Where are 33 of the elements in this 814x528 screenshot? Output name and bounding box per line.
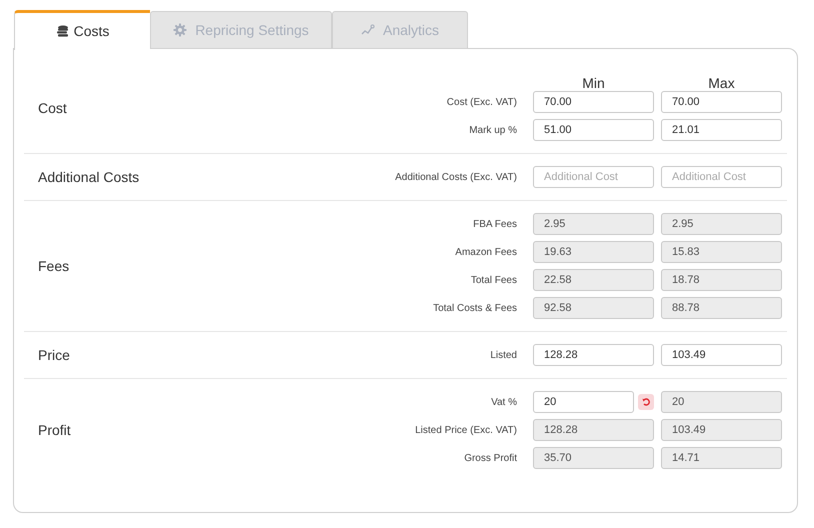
gear-icon [173,23,188,37]
input-field[interactable]: 20 [533,391,634,413]
input-field[interactable]: Additional Cost [533,166,654,188]
input-field[interactable]: 51.00 [533,119,654,141]
field-label: Amazon Fees [454,246,517,260]
field-label: Listed Price (Exc. VAT) [414,424,517,438]
input-field[interactable]: 70.00 [661,91,782,113]
field-label: Listed [489,348,517,362]
coins-icon [56,25,69,38]
field-label: Cost (Exc. VAT) [446,96,517,110]
input-field[interactable]: 103.49 [661,344,782,366]
column-header: Max [707,75,736,91]
section-title: Price [37,346,71,364]
input-field[interactable]: Additional Cost [661,166,782,188]
section-title: Fees [37,256,70,276]
section-title: Cost [37,98,68,118]
input-field[interactable]: 70.00 [533,91,654,113]
section-title: Profit [37,420,72,440]
input-field[interactable]: 21.01 [661,119,782,141]
line-chart-icon [360,24,375,36]
field-label: Gross Profit [463,452,517,466]
field-label: Total Fees [470,274,517,288]
field-label: Additional Costs (Exc. VAT) [394,170,517,184]
section-title: Additional Costs [37,168,140,186]
field-label: Mark up % [468,124,517,138]
tab[interactable]: Costs [14,10,150,50]
column-header: Min [581,75,606,91]
field-label: Vat % [490,396,517,410]
undo-icon [642,398,650,406]
reset-button[interactable] [638,394,654,410]
field-label: FBA Fees [472,218,517,232]
field-label: Total Costs & Fees [432,302,517,316]
input-field[interactable]: 128.28 [533,344,654,366]
